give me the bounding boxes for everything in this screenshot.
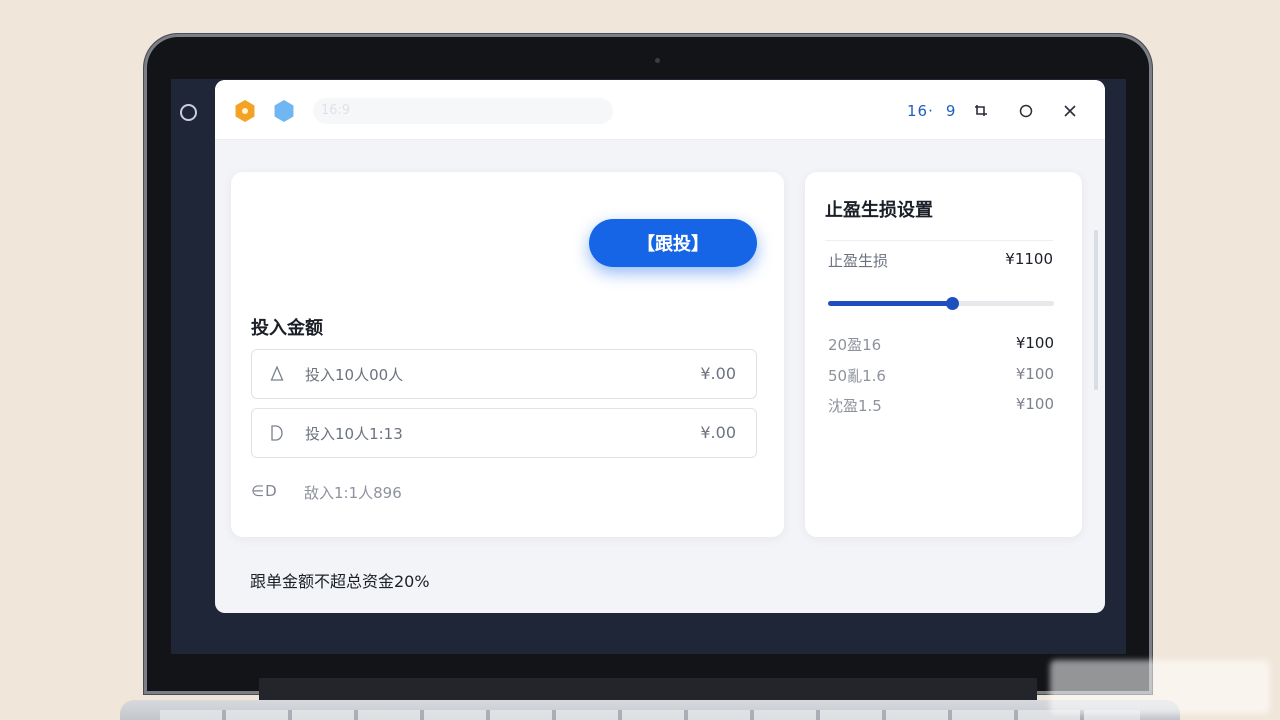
- stop-settings-title: 止盈生损设置: [825, 200, 933, 221]
- divider: [825, 240, 1053, 241]
- amount-plain-row[interactable]: ∈D 敌入1:1人896: [251, 478, 757, 508]
- follow-invest-button[interactable]: 【跟投】: [589, 219, 757, 267]
- preset-item[interactable]: 沈盈1.5 ¥100: [828, 395, 1054, 417]
- element-of-icon: ∈D: [251, 482, 278, 500]
- investment-card: 【跟投】 投入金额 投入10人00人 ¥.00 投入10人1:13 ¥.00 ∈…: [231, 172, 784, 537]
- amount-plain-label: 敌入1:1人896: [304, 484, 402, 502]
- preset-label: 20盈16: [828, 336, 882, 354]
- scrollbar[interactable]: [1094, 230, 1098, 390]
- ratio-right: 9: [945, 102, 957, 120]
- amount-input-row[interactable]: 投入10人1:13 ¥.00: [251, 408, 757, 458]
- slider-thumb[interactable]: [946, 297, 959, 310]
- stop-main-value: ¥1100: [1005, 250, 1053, 268]
- maximize-icon[interactable]: [1015, 100, 1037, 122]
- preset-label: 沈盈1.5: [828, 397, 882, 415]
- webcam: [655, 58, 660, 63]
- amount-input-row[interactable]: 投入10人00人 ¥.00: [251, 349, 757, 399]
- preset-label: 50亂1.6: [828, 367, 886, 385]
- amount-label: 投入10人00人: [305, 366, 404, 384]
- preset-value: ¥100: [1015, 334, 1054, 352]
- stop-settings-card: 止盈生损设置 止盈生损 ¥1100 20盈16 ¥100 50亂1.6 ¥100…: [805, 172, 1082, 537]
- close-icon[interactable]: [1059, 100, 1081, 122]
- app-logo-icon: [235, 100, 255, 122]
- keyboard-edge: [160, 710, 1140, 720]
- slider-fill: [828, 301, 952, 306]
- title-bar: 16:9 16· 9: [215, 80, 1105, 140]
- stop-main-label: 止盈生损: [828, 252, 889, 270]
- preset-value: ¥100: [1015, 395, 1054, 413]
- crop-icon[interactable]: [970, 100, 992, 122]
- preset-item[interactable]: 50亂1.6 ¥100: [828, 365, 1054, 387]
- preset-value: ¥100: [1015, 365, 1054, 383]
- stop-level-slider[interactable]: [828, 297, 1054, 310]
- address-bar[interactable]: 16:9: [313, 98, 613, 124]
- watermark: [1050, 660, 1270, 714]
- amount-value: ¥.00: [700, 364, 736, 383]
- d-shape-icon: [270, 424, 288, 444]
- hexagon-icon[interactable]: [274, 100, 294, 122]
- ratio-left: 16·: [907, 102, 934, 120]
- amount-label: 投入10人1:13: [305, 425, 403, 443]
- preset-item[interactable]: 20盈16 ¥100: [828, 334, 1054, 356]
- triangle-icon: [270, 365, 288, 385]
- app-window: 16:9 16· 9 【跟投】 投入金额 投入10人00人 ¥.00 投入10人…: [215, 80, 1105, 613]
- footer-note: 跟单金额不超总资金20%: [250, 572, 430, 591]
- aspect-ratio-control[interactable]: 16· 9: [907, 100, 956, 122]
- investment-title: 投入金额: [251, 318, 323, 339]
- amount-value: ¥.00: [700, 423, 736, 442]
- side-circle-icon[interactable]: [180, 104, 197, 121]
